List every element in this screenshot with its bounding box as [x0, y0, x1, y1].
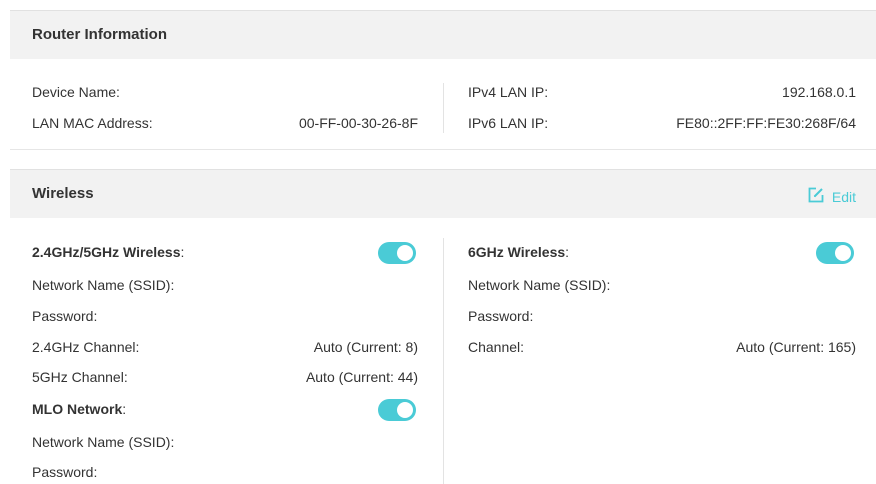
mlo-network-label: MLO Network:	[32, 401, 127, 417]
channel-5-label: 5GHz Channel:	[32, 369, 128, 385]
band-6-toggle[interactable]	[816, 242, 854, 264]
band-24-5-toggle[interactable]	[378, 242, 416, 264]
edit-icon	[807, 186, 832, 207]
mlo-password-label: Password:	[32, 464, 98, 480]
toggle-knob	[397, 245, 413, 261]
ipv4-value: 192.168.0.1	[782, 84, 856, 100]
channel-6-label: Channel:	[468, 339, 525, 355]
toggle-knob	[835, 245, 851, 261]
ipv6-value: FE80::2FF:FF:FE30:268F/64	[676, 115, 856, 131]
toggle-knob	[397, 402, 413, 418]
edit-label: Edit	[831, 188, 856, 205]
mlo-ssid-label: Network Name (SSID):	[32, 434, 175, 450]
wireless-column-divider	[443, 238, 444, 484]
wireless-card: Wireless Edit 2.4GHz/5GHz Wireless: Netw…	[10, 169, 876, 484]
info-column-divider	[443, 83, 444, 133]
lan-mac-value: 00-FF-00-30-26-8F	[298, 115, 418, 131]
router-information-header: Router Information	[10, 11, 876, 59]
ipv6-label: IPv6 LAN IP:	[468, 115, 549, 131]
router-information-title: Router Information	[32, 26, 167, 43]
mlo-network-toggle[interactable]	[378, 399, 416, 421]
wireless-title: Wireless	[32, 185, 94, 202]
channel-5-value: Auto (Current: 44)	[305, 369, 418, 385]
left-password-label: Password:	[32, 308, 98, 324]
channel-6-value: Auto (Current: 165)	[736, 339, 856, 355]
band-24-5-label: 2.4GHz/5GHz Wireless:	[32, 244, 185, 260]
router-information-card: Router Information Device Name: LAN MAC …	[10, 10, 876, 150]
right-password-label: Password:	[468, 308, 534, 324]
channel-24-value: Auto (Current: 8)	[313, 339, 418, 355]
device-name-label: Device Name:	[32, 84, 120, 100]
ipv4-label: IPv4 LAN IP:	[468, 84, 549, 100]
band-6-label: 6GHz Wireless:	[468, 244, 570, 260]
channel-24-label: 2.4GHz Channel:	[32, 339, 140, 355]
left-ssid-label: Network Name (SSID):	[32, 277, 175, 293]
right-ssid-label: Network Name (SSID):	[468, 277, 611, 293]
wireless-header: Wireless Edit	[10, 170, 876, 218]
edit-button[interactable]: Edit	[807, 186, 856, 207]
lan-mac-label: LAN MAC Address:	[32, 115, 153, 131]
